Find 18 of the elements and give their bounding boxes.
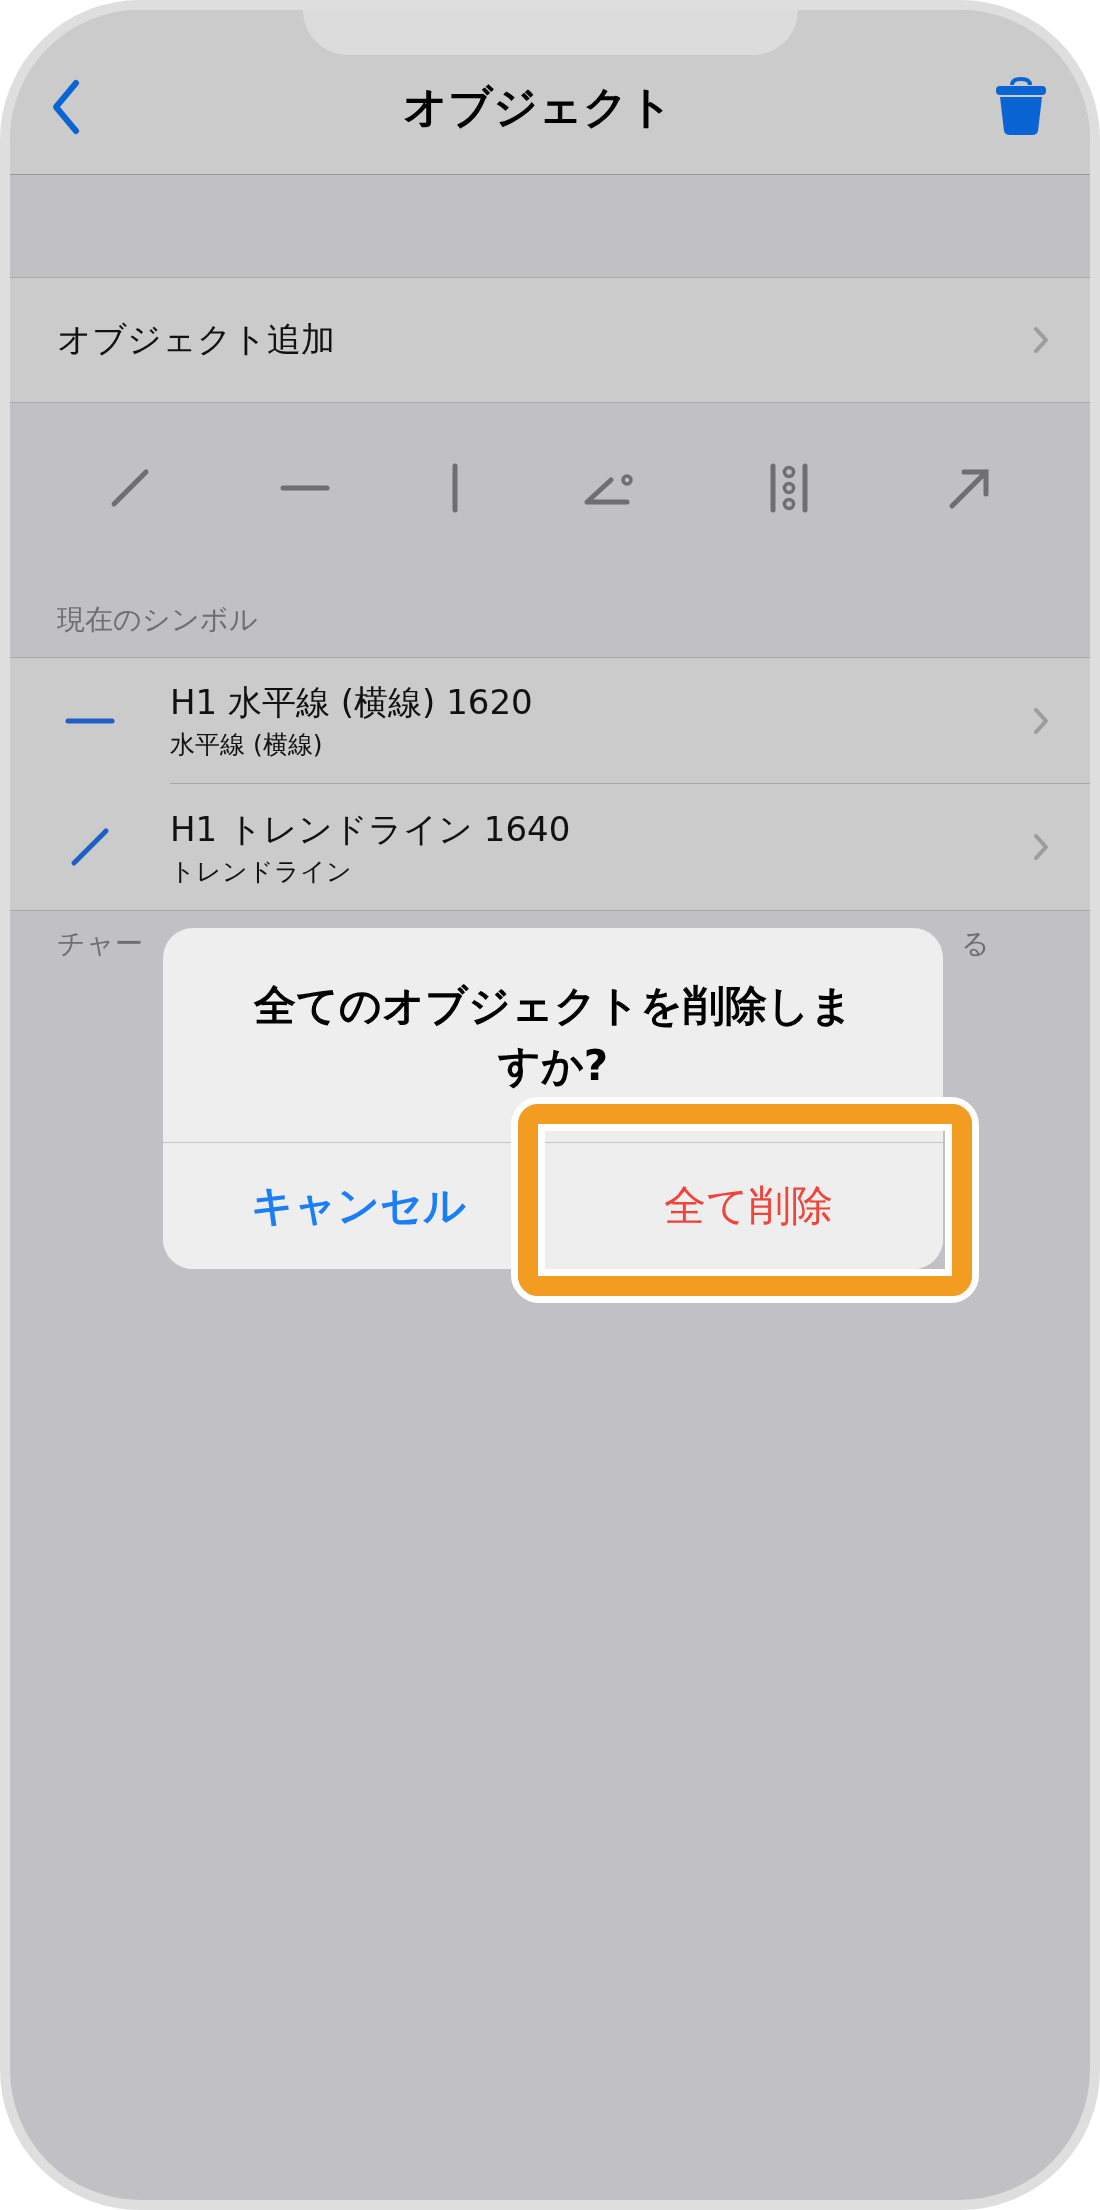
add-object-row[interactable]: オブジェクト追加 xyxy=(10,277,1090,403)
footer-note: チャー xyxy=(57,926,143,962)
symbol-title: H1 水平線 (横線) 1620 xyxy=(170,681,533,724)
symbol-title: H1 トレンドライン 1640 xyxy=(170,807,571,851)
section-header: 現在のシンボル xyxy=(56,602,259,638)
horizontal-line-icon[interactable] xyxy=(280,484,331,492)
alert-message: 全てのオブジェクトを削除しますか? xyxy=(253,981,853,1090)
footer-note: る xyxy=(961,926,990,962)
symbol-type: トレンドライン xyxy=(170,855,353,888)
horizontal-line-icon xyxy=(65,717,115,725)
chevron-icon xyxy=(1032,325,1050,355)
symbol-row[interactable]: H1 トレンドライン 1640 トレンドライン xyxy=(10,784,1090,910)
chevron-icon xyxy=(1032,705,1050,736)
symbol-type: 水平線 (横線) xyxy=(170,729,324,761)
screen-title: オブジェクト xyxy=(403,79,673,134)
symbol-row[interactable]: H1 水平線 (横線) 1620 水平線 (横線) xyxy=(10,658,1090,784)
vertical-line-icon[interactable] xyxy=(450,463,459,513)
chevron-icon xyxy=(1032,832,1050,862)
